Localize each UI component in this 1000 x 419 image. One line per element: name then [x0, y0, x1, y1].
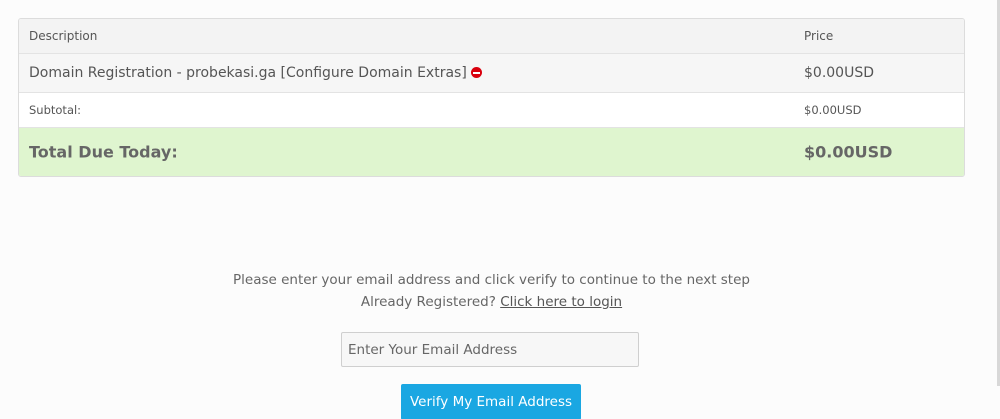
item-price: $0.00USD: [804, 65, 874, 81]
subtotal-label: Subtotal:: [29, 103, 82, 117]
remove-circle-icon[interactable]: [470, 67, 482, 78]
login-prompt: Already Registered? Click here to login: [0, 291, 983, 313]
subtotal-row: Subtotal: $0.00USD: [19, 93, 964, 128]
table-header-row: Description Price: [19, 19, 964, 54]
total-due-row: Total Due Today: $0.00USD: [19, 128, 964, 176]
email-verify-instructions: Please enter your email address and clic…: [0, 269, 983, 313]
table-row: Domain Registration - probekasi.ga [Conf…: [19, 54, 964, 93]
page: Description Price Domain Registration - …: [0, 0, 1000, 419]
item-description: Domain Registration - probekasi.ga [Conf…: [29, 65, 467, 81]
already-registered-text: Already Registered?: [360, 294, 496, 310]
login-link[interactable]: Click here to login: [500, 294, 622, 310]
description-column-header: Description: [29, 29, 98, 43]
total-due-label: Total Due Today:: [29, 142, 178, 162]
subtotal-value: $0.00USD: [804, 103, 862, 117]
email-input[interactable]: [341, 332, 639, 367]
order-summary-table: Description Price Domain Registration - …: [18, 18, 965, 177]
total-due-value: $0.00USD: [804, 142, 893, 162]
price-column-header: Price: [804, 29, 834, 43]
verify-email-button[interactable]: Verify My Email Address: [401, 384, 581, 419]
item-description-cell: Domain Registration - probekasi.ga [Conf…: [29, 65, 482, 81]
instruction-text: Please enter your email address and clic…: [233, 272, 750, 288]
